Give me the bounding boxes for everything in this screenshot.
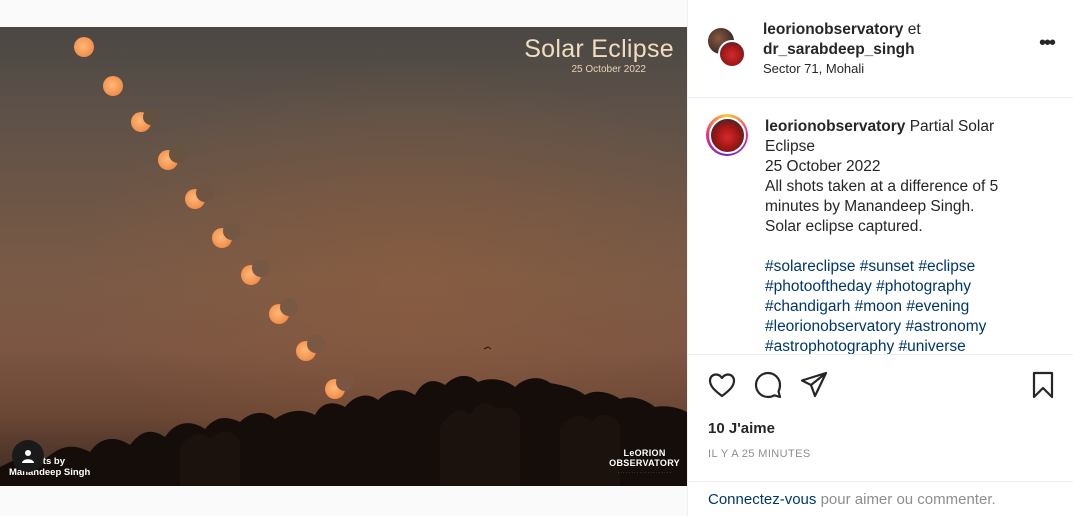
post-timestamp[interactable]: IL Y A 25 MINUTES bbox=[708, 448, 811, 460]
post-image[interactable]: Solar Eclipse 25 October 2022 ots by Man… bbox=[0, 27, 687, 486]
instagram-post: Solar Eclipse 25 October 2022 ots by Man… bbox=[0, 0, 1073, 516]
caption-text: leorionobservatory Partial Solar Eclipse… bbox=[765, 117, 1035, 354]
caption-avatar[interactable] bbox=[706, 114, 748, 156]
bookmark-icon bbox=[1032, 371, 1054, 399]
image-title: Solar Eclipse bbox=[524, 35, 674, 63]
more-horizontal-icon[interactable]: ••• bbox=[1039, 33, 1056, 53]
sun-phase-4 bbox=[158, 145, 187, 170]
comment-button[interactable] bbox=[753, 370, 783, 400]
header-user1-link[interactable]: leorionobservatory bbox=[763, 21, 903, 38]
sun-phase-3 bbox=[131, 109, 159, 132]
header-conjunction: et bbox=[907, 21, 921, 38]
hashtags[interactable]: #solareclipse #sunset #eclipse #photooft… bbox=[765, 257, 1035, 354]
sun-phase-5 bbox=[185, 184, 214, 209]
sun-phase-1 bbox=[74, 37, 94, 57]
caption-line-3: All shots taken at a difference of 5 min… bbox=[765, 178, 999, 215]
sun-phase-8 bbox=[269, 298, 298, 324]
user-icon bbox=[22, 450, 34, 463]
share-icon bbox=[800, 371, 828, 398]
action-bar bbox=[688, 356, 1073, 416]
likes-count[interactable]: 10 J'aime bbox=[708, 420, 775, 437]
location-link[interactable]: Sector 71, Mohali bbox=[763, 61, 864, 76]
avatar-user1[interactable] bbox=[718, 40, 746, 68]
login-prompt: Connectez-vous pour aimer ou commenter. bbox=[688, 481, 1073, 516]
comment-icon bbox=[754, 371, 782, 399]
caption-line-4: Solar eclipse captured. bbox=[765, 218, 923, 235]
share-button[interactable] bbox=[799, 370, 829, 400]
collab-avatars[interactable] bbox=[708, 28, 748, 68]
image-date: 25 October 2022 bbox=[571, 64, 647, 75]
sun-phase-2 bbox=[103, 76, 123, 96]
caption-area: leorionobservatory Partial Solar Eclipse… bbox=[688, 98, 1073, 355]
save-button[interactable] bbox=[1028, 370, 1058, 400]
avatar-image bbox=[708, 116, 746, 154]
sun-phase-10 bbox=[325, 373, 354, 399]
collab-names: leorionobservatory et dr_sarabdeep_singh bbox=[763, 20, 921, 60]
login-link[interactable]: Connectez-vous bbox=[708, 491, 816, 508]
like-button[interactable] bbox=[707, 370, 737, 400]
image-title-overlay: Solar Eclipse 25 October 2022 bbox=[524, 35, 674, 75]
logo-line-1: LeORION bbox=[623, 448, 666, 458]
sun-phase-7 bbox=[241, 259, 270, 285]
logo-line-2: OBSERVATORY bbox=[609, 458, 680, 468]
sun-phase-9 bbox=[296, 335, 325, 361]
observatory-logo: LeORION OBSERVATORY · · · · · · · · · · … bbox=[609, 448, 680, 478]
post-sidebar: leorionobservatory et dr_sarabdeep_singh… bbox=[687, 0, 1073, 516]
caption-line-2: 25 October 2022 bbox=[765, 158, 881, 175]
caption-username-link[interactable]: leorionobservatory bbox=[765, 118, 905, 135]
header-user2-link[interactable]: dr_sarabdeep_singh bbox=[763, 41, 915, 58]
login-prompt-text: pour aimer ou commenter. bbox=[816, 491, 996, 508]
post-header: leorionobservatory et dr_sarabdeep_singh… bbox=[688, 0, 1073, 98]
sun-phase-6 bbox=[212, 222, 241, 248]
tagged-users-button[interactable] bbox=[12, 440, 44, 472]
eclipse-scene bbox=[0, 37, 687, 486]
heart-icon bbox=[708, 373, 736, 398]
logo-fineprint: · · · · · · · · · · · · · · · · · · · · bbox=[617, 471, 672, 475]
